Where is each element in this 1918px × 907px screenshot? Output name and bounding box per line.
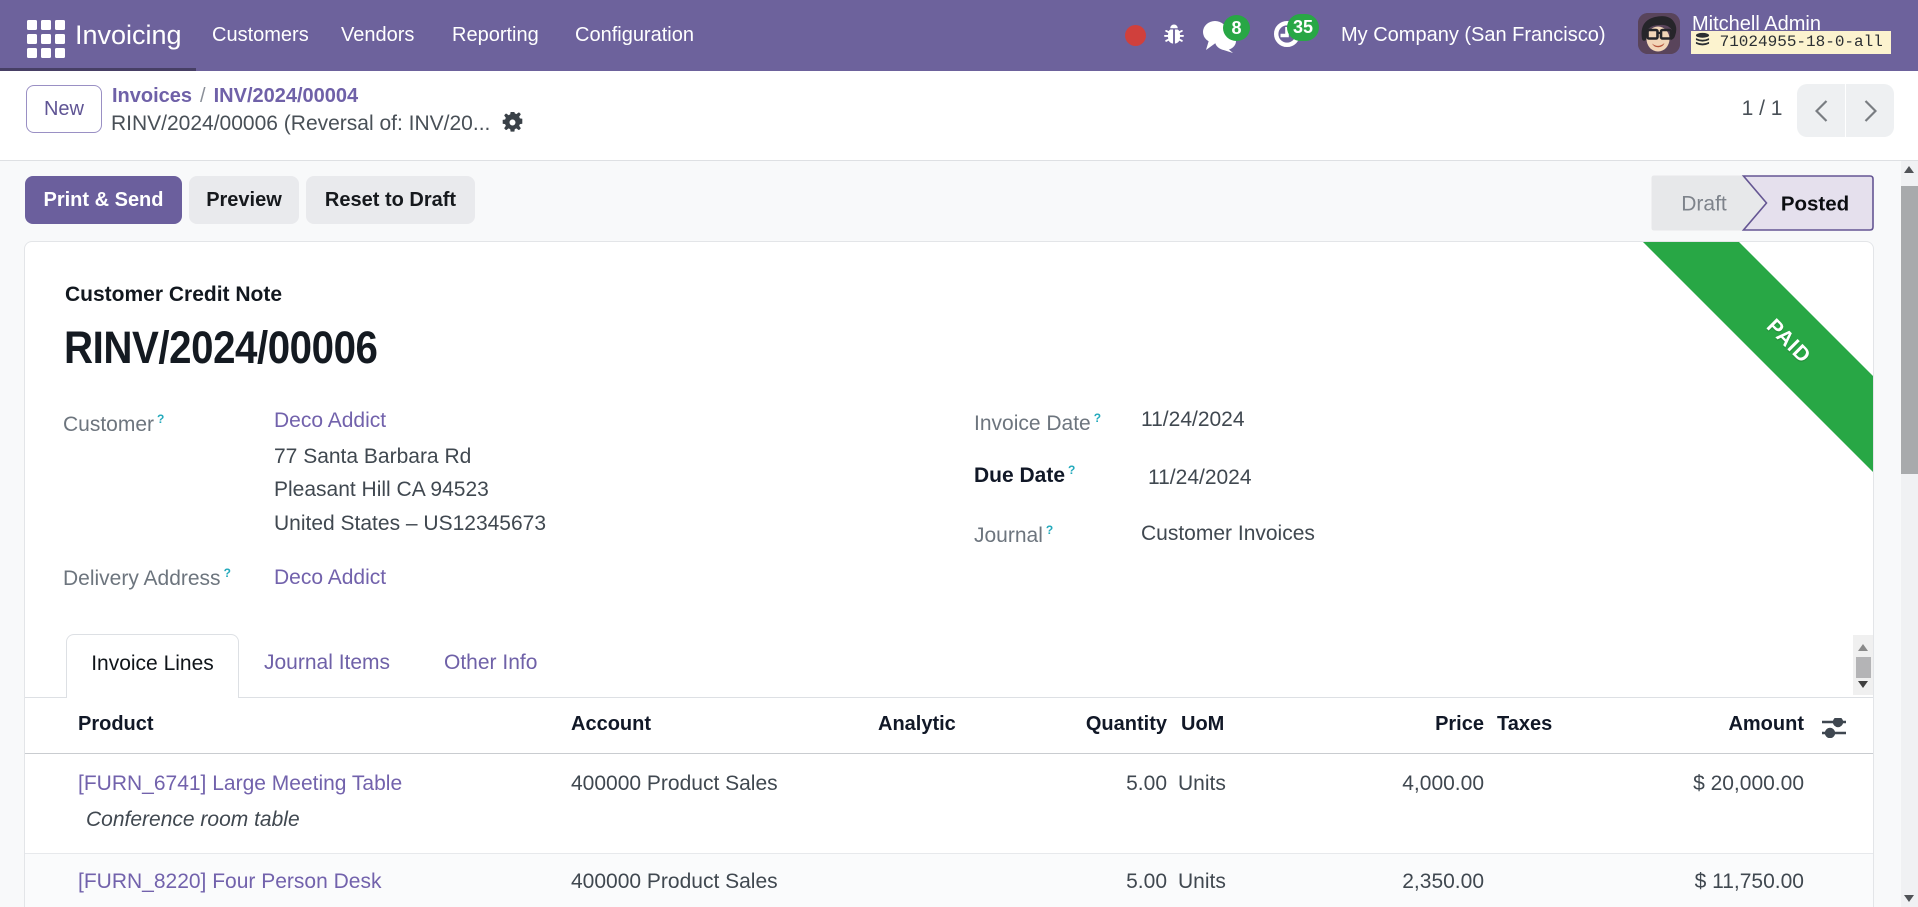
svg-text:Posted: Posted [1781, 193, 1849, 216]
svg-text:Draft: Draft [1681, 193, 1727, 216]
